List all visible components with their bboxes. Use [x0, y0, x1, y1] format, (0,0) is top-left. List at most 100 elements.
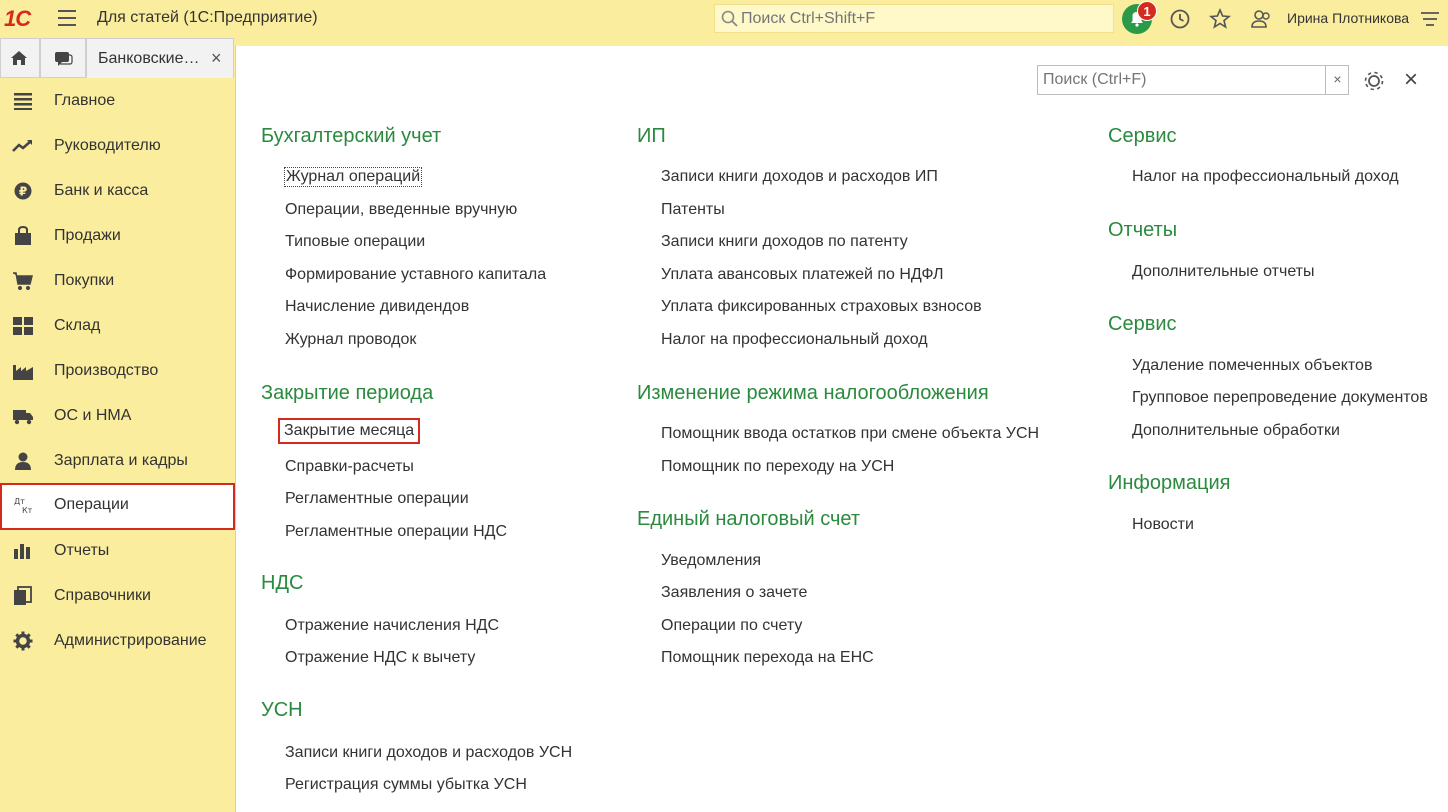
link-item[interactable]: Помощник ввода остатков при смене объект…: [661, 425, 1039, 443]
list-icon: [14, 93, 32, 110]
books-icon: [14, 586, 32, 605]
sidebar-item-salary[interactable]: Зарплата и кадры: [0, 439, 235, 484]
sidebar-item-operations[interactable]: Дт Кт Операции: [0, 483, 235, 530]
gear-icon: [13, 631, 33, 651]
bag-icon: [15, 226, 31, 245]
sidebar-item-label: Склад: [54, 317, 101, 334]
group-title: Информация: [1108, 472, 1231, 494]
link-item[interactable]: Налог на профессиональный доход: [661, 331, 928, 349]
link-item[interactable]: Налог на профессиональный доход: [1132, 168, 1399, 186]
search-icon: [721, 10, 738, 27]
sidebar-item-label: Банк и касса: [54, 182, 149, 199]
link-item[interactable]: Регламентные операции НДС: [285, 523, 507, 541]
link-item[interactable]: Дополнительные обработки: [1132, 422, 1340, 440]
sidebar-item-label: Зарплата и кадры: [54, 452, 188, 469]
sidebar-item-sales[interactable]: Продажи: [0, 214, 235, 259]
panel-search[interactable]: ×: [1037, 65, 1349, 95]
link-item[interactable]: Дополнительные отчеты: [1132, 263, 1315, 281]
clear-search-button[interactable]: ×: [1325, 66, 1349, 94]
sidebar-item-references[interactable]: Справочники: [0, 574, 235, 619]
link-item[interactable]: Уплата фиксированных страховых взносов: [661, 298, 982, 316]
sidebar-item-label: ОС и НМА: [54, 407, 132, 424]
sidebar-item-label: Продажи: [54, 227, 121, 244]
panel-close-button[interactable]: ×: [1404, 68, 1418, 92]
sidebar-item-main[interactable]: Главное: [0, 79, 235, 124]
users-icon[interactable]: [1249, 7, 1273, 31]
link-item[interactable]: Групповое перепроведение документов: [1132, 389, 1428, 407]
group-title: Сервис: [1108, 125, 1177, 147]
history-icon[interactable]: [1168, 7, 1192, 31]
sidebar-item-label: Справочники: [54, 587, 151, 604]
group-title: УСН: [261, 699, 303, 721]
link-item[interactable]: Отражение НДС к вычету: [285, 649, 475, 667]
link-item[interactable]: Формирование уставного капитала: [285, 266, 546, 284]
sidebar-item-label: Отчеты: [54, 542, 110, 559]
link-item[interactable]: Справки-расчеты: [285, 458, 414, 476]
trend-icon: [12, 140, 32, 152]
settings-menu-icon[interactable]: [1418, 7, 1442, 31]
sidebar-item-label: Главное: [54, 92, 116, 109]
person-icon: [15, 452, 31, 470]
group-title: Сервис: [1108, 313, 1177, 335]
link-item[interactable]: Патенты: [661, 201, 725, 219]
link-item[interactable]: Начисление дивидендов: [285, 298, 469, 316]
app-title: Для статей (1С:Предприятие): [97, 9, 318, 26]
user-name[interactable]: Ирина Плотникова: [1287, 10, 1409, 26]
home-tab[interactable]: [0, 38, 40, 78]
home-icon: [11, 51, 27, 65]
link-item[interactable]: Операции, введенные вручную: [285, 201, 517, 219]
sidebar-item-label: Производство: [54, 362, 159, 379]
panel-settings-icon[interactable]: [1362, 69, 1386, 93]
link-item[interactable]: Записи книги доходов по патенту: [661, 233, 908, 251]
global-search-input[interactable]: [741, 9, 1101, 28]
panel-search-input[interactable]: [1043, 71, 1313, 89]
link-item[interactable]: Записи книги доходов и расходов ИП: [661, 168, 938, 186]
link-item[interactable]: Помощник по переходу на УСН: [661, 458, 894, 476]
chat-icon: [55, 52, 73, 66]
link-item[interactable]: Отражение начисления НДС: [285, 617, 499, 635]
link-item[interactable]: Записи книги доходов и расходов УСН: [285, 744, 572, 762]
sidebar-item-bank[interactable]: ₽ Банк и касса: [0, 169, 235, 214]
tab-label: Банковские…: [98, 50, 200, 67]
notifications-badge: 1: [1137, 1, 1157, 21]
factory-icon: [13, 365, 33, 380]
link-item[interactable]: Регистрация суммы убытка УСН: [285, 776, 527, 794]
sidebar-item-warehouse[interactable]: Склад: [0, 304, 235, 349]
group-title: Единый налоговый счет: [637, 508, 861, 530]
link-item[interactable]: Заявления о зачете: [661, 584, 807, 602]
sidebar-item-manager[interactable]: Руководителю: [0, 124, 235, 169]
link-item-month-close[interactable]: Закрытие месяца: [278, 418, 421, 444]
global-search[interactable]: [714, 4, 1114, 33]
grid-icon: [13, 317, 33, 335]
sidebar: Главное Руководителю ₽ Банк и касса Прод…: [0, 78, 235, 812]
tab-close-button[interactable]: ×: [211, 48, 222, 69]
barchart-icon: [14, 544, 30, 559]
link-item[interactable]: Операции по счету: [661, 617, 802, 635]
main-menu-icon[interactable]: [58, 10, 76, 26]
link-item[interactable]: Уплата авансовых платежей по НДФЛ: [661, 266, 944, 284]
link-item[interactable]: Регламентные операции: [285, 490, 469, 508]
link-item[interactable]: Типовые операции: [285, 233, 425, 251]
group-title: Закрытие периода: [261, 382, 434, 404]
link-item[interactable]: Уведомления: [661, 552, 761, 570]
sidebar-item-label: Руководителю: [54, 137, 161, 154]
coin-icon: ₽: [14, 182, 32, 200]
link-item[interactable]: Журнал проводок: [285, 331, 416, 349]
link-item[interactable]: Удаление помеченных объектов: [1132, 357, 1372, 375]
sidebar-item-production[interactable]: Производство: [0, 349, 235, 394]
tab-bank-statements[interactable]: Банковские… ×: [86, 38, 234, 78]
group-title: Отчеты: [1108, 219, 1178, 241]
link-item[interactable]: Помощник перехода на ЕНС: [661, 649, 874, 667]
sidebar-item-admin[interactable]: Администрирование: [0, 619, 235, 664]
favorites-star-icon[interactable]: [1208, 7, 1232, 31]
link-item[interactable]: Журнал операций: [284, 167, 423, 187]
sidebar-item-assets[interactable]: ОС и НМА: [0, 394, 235, 439]
sidebar-item-reports[interactable]: Отчеты: [0, 529, 235, 574]
app-logo[interactable]: 1С: [4, 6, 42, 31]
svg-text:Кт: Кт: [22, 506, 33, 515]
discussions-tab[interactable]: [40, 38, 86, 78]
link-item[interactable]: Новости: [1132, 516, 1194, 534]
group-title: НДС: [261, 572, 304, 594]
svg-text:₽: ₽: [19, 185, 27, 199]
sidebar-item-purchases[interactable]: Покупки: [0, 259, 235, 304]
